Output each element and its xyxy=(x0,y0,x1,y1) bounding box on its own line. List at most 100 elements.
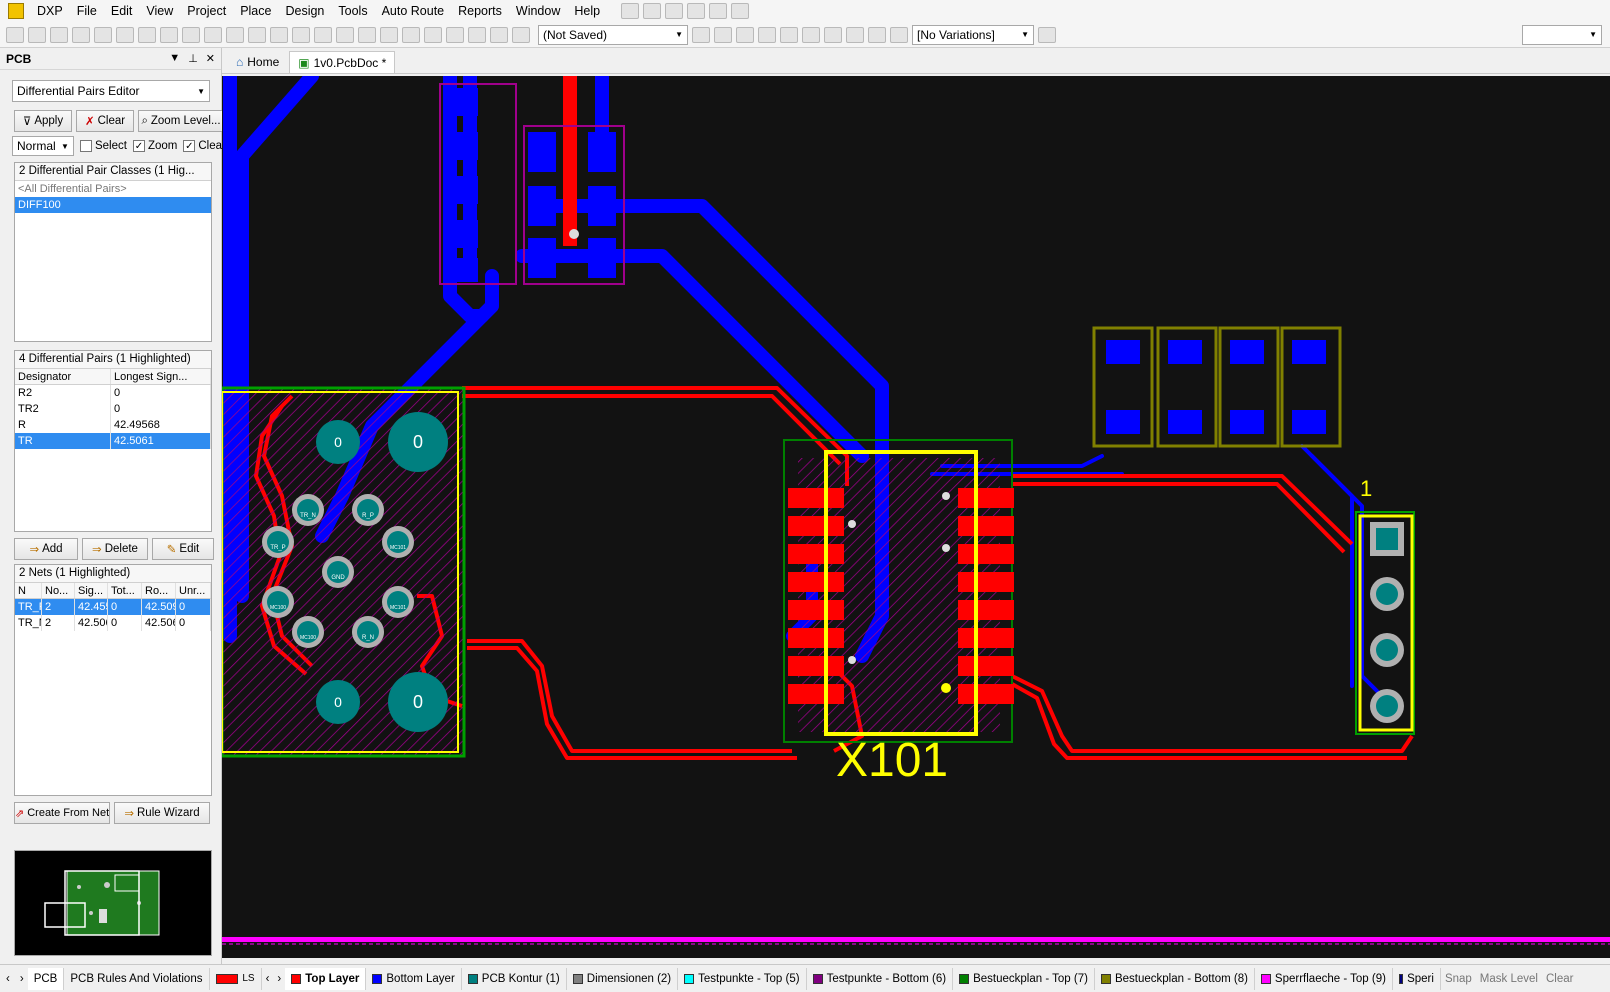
table-row[interactable]: TR_N 2 42.506 0 42.506 0 xyxy=(15,615,211,631)
table-row[interactable]: TR 42.5061 xyxy=(15,433,211,449)
folder-icon[interactable] xyxy=(160,26,178,43)
layer-tab-kontur[interactable]: PCB Kontur (1) xyxy=(462,967,567,990)
col-routed[interactable]: Ro... xyxy=(142,583,176,598)
layer-tab-testpunkte-bottom[interactable]: Testpunkte - Bottom (6) xyxy=(807,967,954,990)
via-icon[interactable] xyxy=(780,26,798,43)
col-total[interactable]: Tot... xyxy=(108,583,142,598)
layer-tab-dimensionen[interactable]: Dimensionen (2) xyxy=(567,967,679,990)
deselect-icon[interactable] xyxy=(402,26,420,43)
panel-tab-rules[interactable]: PCB Rules And Violations xyxy=(64,967,211,990)
zoom-level-button[interactable]: ⌕ Zoom Level... xyxy=(138,110,224,132)
table-row[interactable]: TR_F 2 42.455 0 42.509 0 xyxy=(15,599,211,615)
list-item[interactable]: DIFF100 xyxy=(15,197,211,213)
menu-project[interactable]: Project xyxy=(180,0,233,22)
zoom-fit-icon[interactable] xyxy=(182,26,200,43)
save-state-combo[interactable]: (Not Saved) ▼ xyxy=(538,24,688,45)
edit-button[interactable]: ✎ Edit xyxy=(152,538,214,560)
zoom-filtered-icon[interactable] xyxy=(248,26,266,43)
col-nodes[interactable]: No... xyxy=(42,583,75,598)
copy-icon[interactable] xyxy=(292,26,310,43)
multi-route-icon[interactable] xyxy=(736,26,754,43)
delete-button[interactable]: ⇒ Delete xyxy=(82,538,148,560)
dimension-icon[interactable] xyxy=(687,3,706,19)
search-combo[interactable]: ▼ xyxy=(1522,24,1602,45)
layer-tab-bestueckplan-bottom[interactable]: Bestueckplan - Bottom (8) xyxy=(1095,967,1255,990)
interactive-route-icon[interactable] xyxy=(621,3,640,19)
apply-button[interactable]: ⊽ Apply xyxy=(14,110,72,132)
zoom-selected-icon[interactable] xyxy=(226,26,244,43)
zoom-checkbox[interactable]: ✓ Zoom xyxy=(132,140,177,152)
clear-status-label[interactable]: Clear xyxy=(1542,973,1577,985)
scroll-left-icon[interactable]: ‹ xyxy=(0,973,16,985)
select-checkbox[interactable]: Select xyxy=(79,140,127,152)
redo-icon[interactable] xyxy=(468,26,486,43)
menu-reports[interactable]: Reports xyxy=(451,0,509,22)
clear-button[interactable]: ✗ Clear xyxy=(76,110,134,132)
menu-design[interactable]: Design xyxy=(278,0,331,22)
layer-tab-testpunkte-top[interactable]: Testpunkte - Top (5) xyxy=(678,967,807,990)
menu-help[interactable]: Help xyxy=(567,0,607,22)
col-designator[interactable]: Designator xyxy=(15,369,111,384)
diff-pair-route-icon[interactable] xyxy=(714,26,732,43)
col-longest-signal[interactable]: Longest Sign... xyxy=(111,369,211,384)
cross-probe-icon[interactable] xyxy=(490,26,508,43)
undo-icon[interactable] xyxy=(446,26,464,43)
select-area-icon[interactable] xyxy=(358,26,376,43)
close-icon[interactable]: ✕ xyxy=(206,52,215,65)
route-icon[interactable] xyxy=(692,26,710,43)
align-icon[interactable] xyxy=(643,3,662,19)
paste-icon[interactable] xyxy=(314,26,332,43)
menu-tools[interactable]: Tools xyxy=(331,0,374,22)
room-icon[interactable] xyxy=(709,3,728,19)
menu-window[interactable]: Window xyxy=(509,0,567,22)
zoom-area-icon[interactable] xyxy=(204,26,222,43)
rubber-stamp-icon[interactable] xyxy=(336,26,354,43)
table-row[interactable]: TR2 0 xyxy=(15,401,211,417)
mask-mode-select[interactable]: Normal ▼ xyxy=(12,136,74,156)
component-icon[interactable] xyxy=(890,26,908,43)
clear-existing-checkbox[interactable]: ✓ Clea xyxy=(183,140,222,152)
table-row[interactable]: R2 0 xyxy=(15,385,211,401)
variations-combo[interactable]: [No Variations] ▼ xyxy=(912,24,1034,45)
menu-file[interactable]: File xyxy=(70,0,104,22)
layer-tab-sperr[interactable]: Speri xyxy=(1393,967,1441,990)
col-name[interactable]: N xyxy=(15,583,42,598)
col-unrouted[interactable]: Unr... xyxy=(176,583,211,598)
board-minimap[interactable] xyxy=(14,850,212,956)
snap-label[interactable]: Snap xyxy=(1441,973,1476,985)
add-button[interactable]: ⇒ Add xyxy=(14,538,78,560)
layer-tab-bottom[interactable]: Bottom Layer xyxy=(366,967,462,990)
panel-mode-select[interactable]: Differential Pairs Editor ▼ xyxy=(12,80,210,102)
panel-menu-icon[interactable]: ▼ xyxy=(169,52,180,65)
new-icon[interactable] xyxy=(6,26,24,43)
menu-dxp[interactable]: DXP xyxy=(30,0,70,22)
fill-icon[interactable] xyxy=(824,26,842,43)
pcb-canvas[interactable]: X101 1 0 0 0 0 TR_N R_P TR_P MC101 GND M… xyxy=(222,76,1610,958)
layer-tab-bestueckplan-top[interactable]: Bestueckplan - Top (7) xyxy=(953,967,1095,990)
pin-icon[interactable]: ⊥ xyxy=(188,52,198,65)
3d-view-icon[interactable] xyxy=(116,26,134,43)
current-layer-indicator[interactable]: LS xyxy=(210,967,262,990)
variant-icon[interactable] xyxy=(1038,26,1056,43)
panel-tab-pcb[interactable]: PCB xyxy=(27,967,65,990)
move-icon[interactable] xyxy=(380,26,398,43)
grid-icon[interactable] xyxy=(731,3,750,19)
tab-pcbdoc[interactable]: ▣ 1v0.PcbDoc * xyxy=(289,51,396,73)
create-from-nets-button[interactable]: ⇗ Create From Nets xyxy=(14,802,110,824)
select-icon[interactable] xyxy=(665,3,684,19)
clear-filter-icon[interactable] xyxy=(424,26,442,43)
print-icon[interactable] xyxy=(72,26,90,43)
layer-scroll-right-icon[interactable]: › xyxy=(273,973,285,985)
board-icon[interactable] xyxy=(138,26,156,43)
print-preview-icon[interactable] xyxy=(94,26,112,43)
polygon-icon[interactable] xyxy=(846,26,864,43)
col-signal[interactable]: Sig... xyxy=(75,583,108,598)
save-icon[interactable] xyxy=(50,26,68,43)
mask-level-label[interactable]: Mask Level xyxy=(1476,973,1542,985)
layer-scroll-left-icon[interactable]: ‹ xyxy=(262,973,274,985)
tab-home[interactable]: ⌂ Home xyxy=(228,51,287,73)
rule-wizard-button[interactable]: ⇒ Rule Wizard xyxy=(114,802,210,824)
menu-view[interactable]: View xyxy=(139,0,180,22)
arc-icon[interactable] xyxy=(802,26,820,43)
string-icon[interactable] xyxy=(868,26,886,43)
